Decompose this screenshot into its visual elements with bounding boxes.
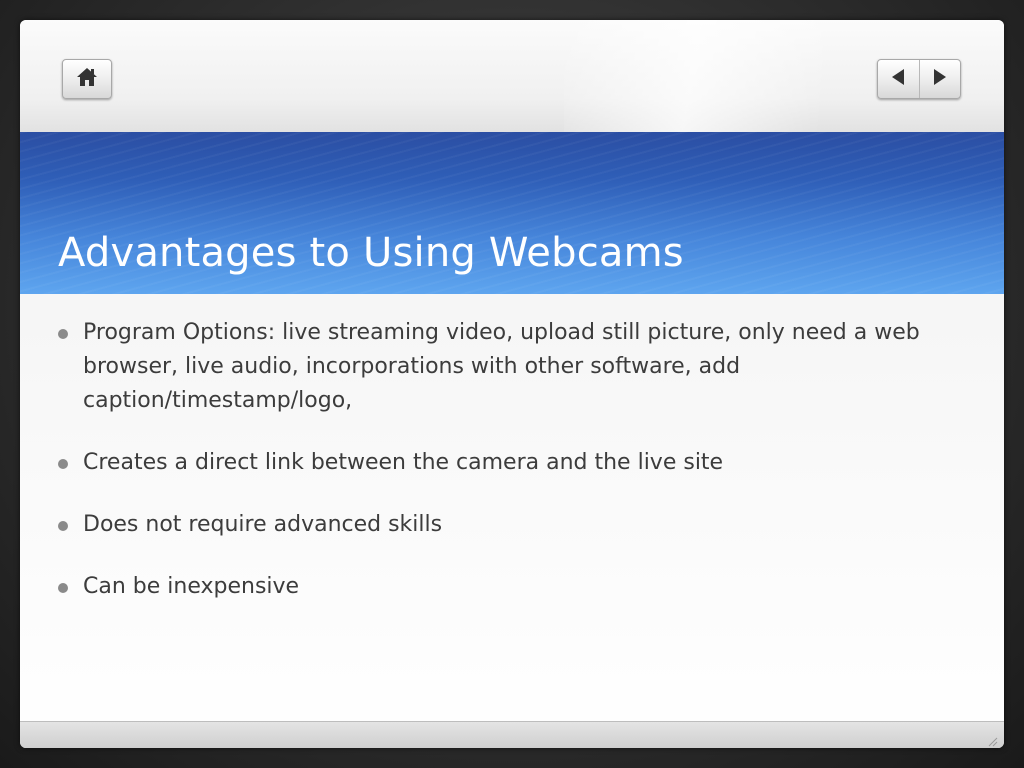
- bullet-text: Creates a direct link between the camera…: [83, 450, 724, 475]
- bottom-bar: [20, 721, 1004, 748]
- home-button[interactable]: [62, 59, 112, 99]
- bullet-icon: [58, 583, 68, 593]
- next-slide-icon: [932, 68, 948, 90]
- bullet-item: Creates a direct link between the camera…: [58, 446, 978, 480]
- bullet-icon: [58, 329, 68, 339]
- bullet-icon: [58, 459, 68, 469]
- bullet-text: Program Options: live streaming video, u…: [83, 320, 920, 413]
- title-band: Advantages to Using Webcams: [20, 132, 1004, 294]
- bullet-text: Can be inexpensive: [83, 574, 300, 599]
- bullet-text: Does not require advanced skills: [83, 512, 443, 537]
- slide-title: Advantages to Using Webcams: [58, 230, 684, 276]
- slide-pager: [877, 59, 961, 99]
- previous-slide-button[interactable]: [878, 60, 919, 98]
- bullet-item: Program Options: live streaming video, u…: [58, 316, 978, 418]
- bullet-list: Program Options: live streaming video, u…: [58, 316, 978, 632]
- resize-grip-icon[interactable]: [986, 732, 998, 747]
- bullet-icon: [58, 521, 68, 531]
- home-icon: [76, 67, 98, 91]
- slide: Advantages to Using Webcams Program Opti…: [20, 20, 1004, 748]
- next-slide-button[interactable]: [918, 60, 961, 98]
- top-toolbar: [20, 20, 1004, 132]
- bullet-item: Can be inexpensive: [58, 570, 978, 604]
- bullet-item: Does not require advanced skills: [58, 508, 978, 542]
- previous-slide-icon: [890, 68, 906, 90]
